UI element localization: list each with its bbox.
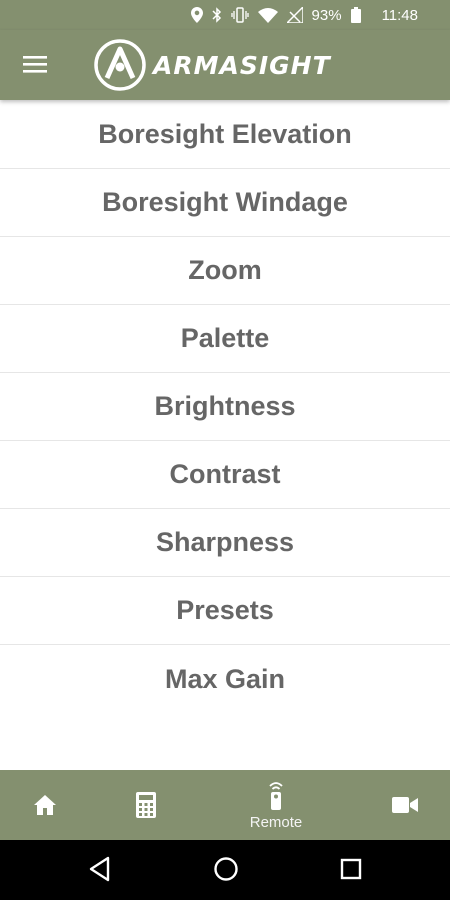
system-home-button[interactable] xyxy=(213,856,239,887)
menu-item-brightness[interactable]: Brightness xyxy=(0,373,450,441)
menu-item-contrast[interactable]: Contrast xyxy=(0,441,450,509)
menu-item-palette[interactable]: Palette xyxy=(0,305,450,373)
clock: 11:48 xyxy=(381,6,418,24)
system-recents-button[interactable] xyxy=(339,856,363,887)
remote-icon xyxy=(269,781,283,810)
hamburger-icon xyxy=(23,56,47,73)
menu-item-max-gain[interactable]: Max Gain xyxy=(0,645,450,713)
logo-text: ARMASIGHT xyxy=(153,50,331,80)
back-icon xyxy=(89,856,110,882)
calculator-icon xyxy=(136,792,156,818)
wifi-icon xyxy=(257,8,278,23)
video-camera-icon xyxy=(392,797,418,813)
no-signal-icon xyxy=(286,7,303,23)
menu-item-zoom[interactable]: Zoom xyxy=(0,237,450,305)
nav-remote-button[interactable]: Remote xyxy=(236,770,316,840)
logo: ARMASIGHT xyxy=(93,38,373,92)
location-icon xyxy=(190,7,203,23)
home-circle-icon xyxy=(214,857,238,881)
battery-percent: 93% xyxy=(311,6,342,24)
system-navigation-bar xyxy=(0,840,450,900)
nav-remote-label: Remote xyxy=(249,813,303,831)
recents-icon xyxy=(340,858,362,880)
system-back-button[interactable] xyxy=(88,856,112,887)
status-bar: 93% 11:48 xyxy=(0,0,450,30)
settings-menu-list: Boresight Elevation Boresight Windage Zo… xyxy=(0,101,450,713)
menu-item-boresight-windage[interactable]: Boresight Windage xyxy=(0,169,450,237)
nav-home-button[interactable] xyxy=(5,770,85,840)
hamburger-menu-button[interactable] xyxy=(23,54,49,76)
vibrate-icon xyxy=(230,7,249,23)
menu-item-boresight-elevation[interactable]: Boresight Elevation xyxy=(0,101,450,169)
bluetooth-icon xyxy=(212,7,221,23)
nav-calculator-button[interactable] xyxy=(106,770,186,840)
menu-item-presets[interactable]: Presets xyxy=(0,577,450,645)
bottom-navigation: Remote xyxy=(0,770,450,840)
battery-icon xyxy=(350,7,361,23)
nav-video-button[interactable] xyxy=(365,770,445,840)
menu-item-sharpness[interactable]: Sharpness xyxy=(0,509,450,577)
app-header: ARMASIGHT xyxy=(0,30,450,100)
home-icon xyxy=(34,795,56,815)
logo-emblem-icon xyxy=(94,39,146,91)
